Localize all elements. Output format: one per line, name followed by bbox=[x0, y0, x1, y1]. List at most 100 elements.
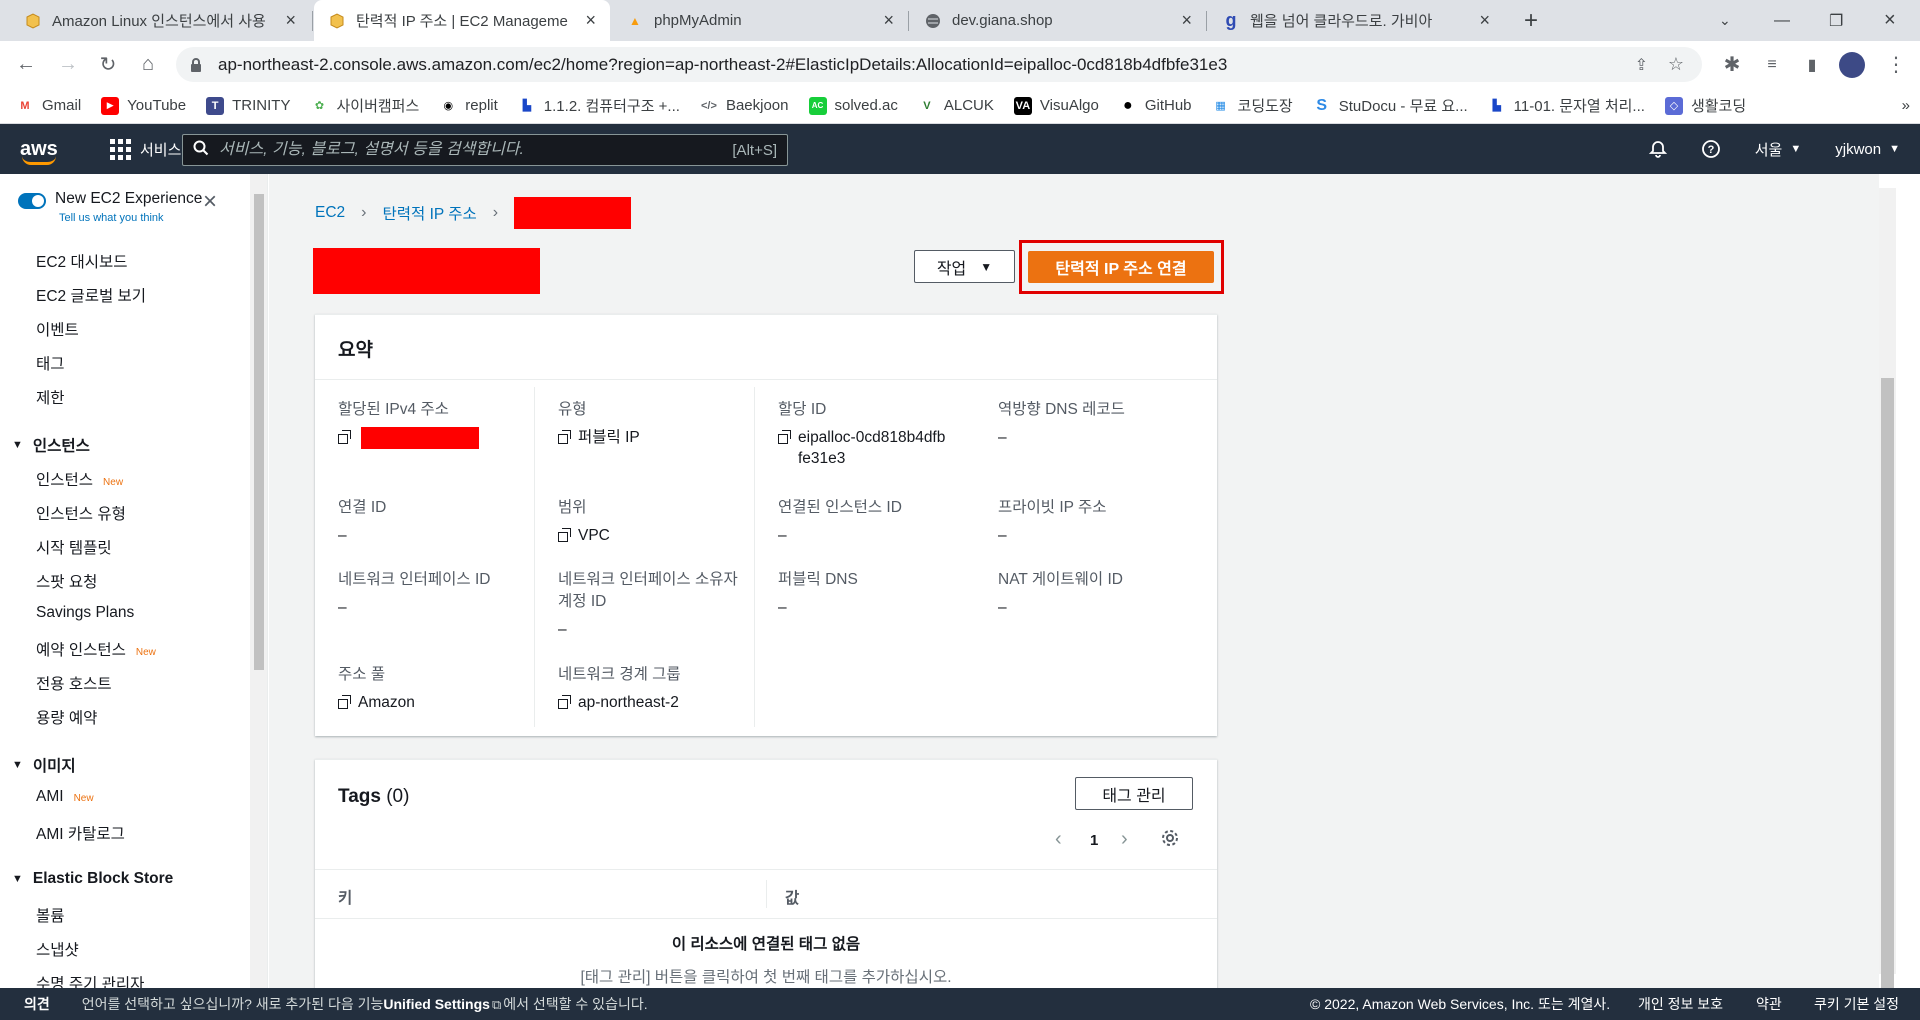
sidebar-item-lifecycle-manager[interactable]: 수명 주기 관리자 bbox=[36, 972, 144, 988]
bookmark[interactable]: ◇ 생활코딩 bbox=[1664, 95, 1746, 116]
page-scrollbar[interactable] bbox=[1879, 174, 1920, 1020]
close-icon[interactable]: × bbox=[285, 10, 296, 31]
sidebar-item-instance-types[interactable]: 인스턴스 유형 bbox=[36, 502, 126, 524]
copy-icon[interactable] bbox=[778, 430, 792, 444]
star-icon[interactable]: ☆ bbox=[1668, 54, 1684, 75]
sidebar-item-launch-templates[interactable]: 시작 템플릿 bbox=[36, 536, 112, 558]
breadcrumb-elastic-ip[interactable]: 탄력적 IP 주소 bbox=[382, 202, 476, 224]
privacy-link[interactable]: 개인 정보 보호 bbox=[1638, 994, 1723, 1014]
bookmark[interactable]: ▙ 11-01. 문자열 처리... bbox=[1488, 95, 1645, 116]
sidebar-item-instances[interactable]: 인스턴스 New bbox=[36, 468, 123, 490]
cookie-prefs-link[interactable]: 쿠키 기본 설정 bbox=[1814, 994, 1899, 1014]
sidebar-section-images[interactable]: ▼ 이미지 bbox=[12, 754, 76, 776]
aws-logo[interactable]: aws bbox=[20, 138, 68, 165]
address-bar[interactable]: ap-northeast-2.console.aws.amazon.com/ec… bbox=[176, 47, 1702, 82]
sidebar-item-dashboard[interactable]: EC2 대시보드 bbox=[36, 250, 128, 272]
bookmark[interactable]: ● GitHub bbox=[1119, 97, 1192, 115]
gear-icon[interactable] bbox=[1160, 828, 1180, 852]
unified-settings-link[interactable]: Unified Settings bbox=[383, 996, 490, 1012]
chevron-right-icon[interactable]: › bbox=[1121, 828, 1128, 851]
bookmark[interactable]: T TRINITY bbox=[206, 96, 290, 115]
sidebar-item-snapshots[interactable]: 스냅샷 bbox=[36, 938, 79, 960]
sidebar-item-volumes[interactable]: 볼륨 bbox=[36, 904, 65, 926]
col-header-value[interactable]: 값 bbox=[785, 886, 799, 908]
sidebar-item-ami[interactable]: AMI New bbox=[36, 788, 94, 806]
chevron-down-icon[interactable]: ⌄ bbox=[1705, 0, 1745, 41]
extensions-icon[interactable]: ✱ bbox=[1716, 41, 1748, 88]
close-icon[interactable]: × bbox=[1479, 10, 1490, 31]
manage-tags-button[interactable]: 태그 관리 bbox=[1075, 777, 1193, 810]
copy-icon[interactable] bbox=[338, 430, 352, 444]
region-menu[interactable]: 서울 ▼ bbox=[1755, 139, 1802, 160]
bookmark[interactable]: ▙ 1.1.2. 컴퓨터구조 +... bbox=[518, 95, 680, 116]
terms-link[interactable]: 약관 bbox=[1756, 994, 1782, 1014]
sidebar-item-reserved-instances[interactable]: 예약 인스턴스 New bbox=[36, 638, 156, 660]
col-header-key[interactable]: 키 bbox=[338, 886, 352, 908]
share-icon[interactable]: ⇪ bbox=[1635, 55, 1648, 75]
bookmark[interactable]: ◉ replit bbox=[439, 97, 497, 115]
copy-icon[interactable] bbox=[558, 528, 572, 542]
new-experience-toggle[interactable]: New EC2 Experience Tell us what you thin… bbox=[18, 190, 202, 224]
more-icon[interactable]: ⋮ bbox=[1880, 41, 1912, 88]
toggle-switch[interactable] bbox=[18, 193, 46, 209]
sidebar-item-limits[interactable]: 제한 bbox=[36, 386, 65, 408]
restore-icon[interactable]: ❐ bbox=[1815, 0, 1855, 41]
summary-col: 할당된 IPv4 주소 연결 ID – 네트워크 인터페이스 ID – 주소 풀 Am… bbox=[315, 387, 535, 727]
sidebar-section-instances[interactable]: ▼ 인스턴스 bbox=[12, 434, 90, 456]
reload-icon[interactable]: ↻ bbox=[92, 41, 124, 88]
breadcrumb-ec2[interactable]: EC2 bbox=[315, 204, 345, 222]
search-input[interactable] bbox=[219, 141, 733, 159]
page-number[interactable]: 1 bbox=[1090, 832, 1098, 849]
avatar[interactable] bbox=[1836, 41, 1868, 88]
copy-icon[interactable] bbox=[338, 695, 352, 709]
sidebar-item-events[interactable]: 이벤트 bbox=[36, 318, 79, 340]
bookmark[interactable]: </> Baekjoon bbox=[700, 97, 789, 115]
bookmark[interactable]: VA VisuAlgo bbox=[1013, 96, 1099, 115]
feedback-link[interactable]: Tell us what you think bbox=[59, 212, 202, 224]
bookmark[interactable]: S StuDocu - 무료 요... bbox=[1313, 95, 1467, 116]
bell-icon[interactable] bbox=[1648, 140, 1667, 158]
close-icon[interactable]: × bbox=[585, 10, 596, 31]
close-icon[interactable]: × bbox=[203, 188, 217, 216]
sidebar-scrollbar[interactable] bbox=[250, 174, 267, 988]
media-icon[interactable]: ≡ bbox=[1756, 41, 1788, 88]
sidebar-item-capacity-reservations[interactable]: 용량 예약 bbox=[36, 706, 97, 728]
minimize-icon[interactable]: — bbox=[1760, 0, 1800, 41]
bookmark[interactable]: M Gmail bbox=[16, 97, 81, 115]
aws-search[interactable]: [Alt+S] bbox=[182, 134, 788, 166]
more-bookmarks-icon[interactable]: » bbox=[1902, 97, 1910, 114]
help-icon[interactable]: ? bbox=[1701, 139, 1721, 159]
user-menu[interactable]: yjkwon ▼ bbox=[1835, 141, 1900, 158]
sidepanel-icon[interactable]: ▮ bbox=[1796, 41, 1828, 88]
sidebar-item-tags[interactable]: 태그 bbox=[36, 352, 65, 374]
window-close-icon[interactable]: × bbox=[1870, 0, 1914, 41]
sidebar-item-dedicated-hosts[interactable]: 전용 호스트 bbox=[36, 672, 112, 694]
bookmark[interactable]: V ALCUK bbox=[918, 97, 994, 115]
feedback-link[interactable]: 의견 bbox=[24, 994, 50, 1014]
sidebar-item-ami-catalog[interactable]: AMI 카탈로그 bbox=[36, 822, 125, 844]
bookmark[interactable]: AC solved.ac bbox=[808, 96, 898, 115]
copy-icon[interactable] bbox=[558, 430, 572, 444]
sidebar-section-ebs[interactable]: ▼ Elastic Block Store bbox=[12, 870, 173, 888]
browser-tab[interactable]: 탄력적 IP 주소 | EC2 Manageme × bbox=[314, 0, 610, 41]
back-icon[interactable]: ← bbox=[10, 41, 42, 88]
browser-tab[interactable]: g 웹을 넘어 클라우드로. 가비아 × bbox=[1208, 0, 1504, 41]
browser-tab[interactable]: Amazon Linux 인스턴스에서 사용 × bbox=[10, 0, 310, 41]
actions-dropdown[interactable]: 작업 ▼ bbox=[914, 250, 1015, 283]
browser-tab[interactable]: dev.giana.shop × bbox=[910, 0, 1206, 41]
copy-icon[interactable] bbox=[558, 695, 572, 709]
bookmark[interactable]: ▦ 코딩도장 bbox=[1212, 95, 1292, 116]
services-menu[interactable]: 서비스 bbox=[110, 138, 181, 160]
sidebar-item-global-view[interactable]: EC2 글로벌 보기 bbox=[36, 284, 146, 306]
forward-icon[interactable]: → bbox=[52, 41, 84, 88]
close-icon[interactable]: × bbox=[883, 10, 894, 31]
browser-tab[interactable]: ▲ phpMyAdmin × bbox=[612, 0, 908, 41]
new-tab-button[interactable]: + bbox=[1510, 0, 1550, 41]
bookmark[interactable]: ▶ YouTube bbox=[101, 96, 186, 115]
sidebar-item-savings-plans[interactable]: Savings Plans bbox=[36, 604, 134, 622]
close-icon[interactable]: × bbox=[1181, 10, 1192, 31]
home-icon[interactable]: ⌂ bbox=[132, 41, 164, 88]
bookmark[interactable]: ✿ 사이버캠퍼스 bbox=[310, 95, 419, 116]
sidebar-item-spot-requests[interactable]: 스팟 요청 bbox=[36, 570, 97, 592]
chevron-left-icon[interactable]: ‹ bbox=[1055, 828, 1062, 851]
